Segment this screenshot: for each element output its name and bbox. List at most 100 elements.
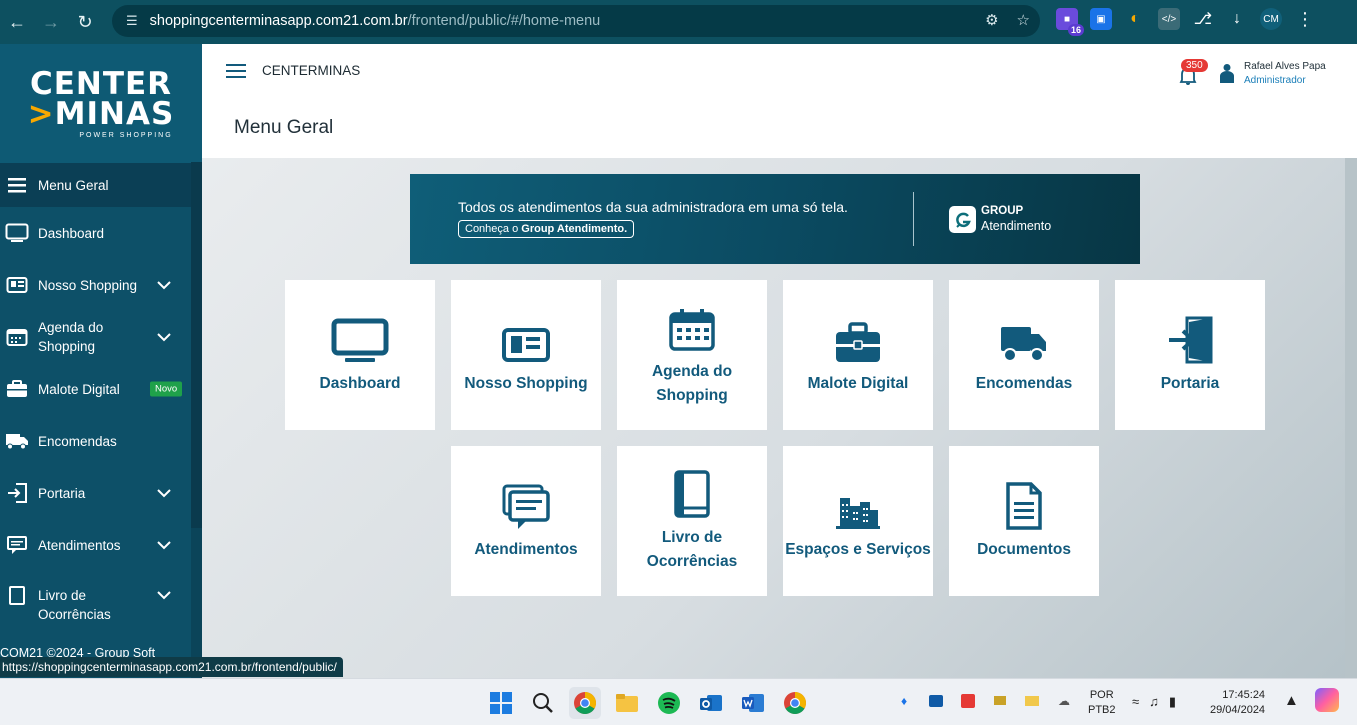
extension-icon[interactable]: </> <box>1158 8 1180 30</box>
tile-encomendas[interactable]: Encomendas <box>949 280 1099 430</box>
brand-name: CENTERMINAS <box>262 63 361 78</box>
tile-portaria[interactable]: Portaria <box>1115 280 1265 430</box>
sidebar-item-label: Atendimentos <box>38 537 121 553</box>
sidebar-item-label: Nosso Shopping <box>38 277 138 293</box>
language-indicator[interactable]: POR PTB2 <box>1088 688 1116 718</box>
tile-dashboard[interactable]: Dashboard <box>285 280 435 430</box>
anydesk-icon[interactable] <box>959 692 977 710</box>
tile-label: Livro de Ocorrências <box>646 529 738 570</box>
sidebar-item-atendimentos[interactable]: Atendimentos <box>0 519 202 571</box>
chevron-down-icon[interactable] <box>156 485 172 501</box>
system-clock[interactable]: 17:45:24 29/04/2024 <box>1210 688 1265 718</box>
calendar-icon <box>4 326 30 348</box>
bookmark-star-icon[interactable]: ☆ <box>1017 11 1030 29</box>
download-icon[interactable]: ↓ <box>1226 8 1248 30</box>
word-icon[interactable] <box>737 687 769 719</box>
user-role: Administrador <box>1244 75 1306 86</box>
extension-icon[interactable]: ◐ <box>1124 8 1146 30</box>
extension-icon[interactable]: ■ 16 <box>1056 8 1084 36</box>
sidebar-item-menu-geral[interactable]: Menu Geral <box>0 163 202 207</box>
profile-avatar[interactable]: CM <box>1260 8 1282 30</box>
wifi-icon[interactable]: ≈ <box>1132 694 1139 710</box>
book-icon <box>672 468 712 518</box>
network-drive-icon[interactable] <box>991 692 1009 710</box>
chevron-down-icon[interactable] <box>156 277 172 293</box>
banner-cta-prefix: Conheça o <box>465 223 522 235</box>
tile-label: Espaços e Serviços <box>785 541 931 558</box>
logo-subtitle: POWER SHOPPING <box>79 131 173 139</box>
banner-text: Todos os atendimentos da sua administrad… <box>458 199 848 215</box>
back-icon[interactable]: ← <box>0 5 34 39</box>
sidebar-item-portaria[interactable]: Portaria <box>0 467 202 519</box>
sidebar-item-nosso-shopping[interactable]: Nosso Shopping <box>0 259 202 311</box>
chat-icon <box>502 480 550 530</box>
copilot-icon[interactable] <box>1315 688 1339 712</box>
promo-banner[interactable]: Todos os atendimentos da sua administrad… <box>410 174 1140 264</box>
book-icon <box>4 584 30 606</box>
search-icon[interactable] <box>527 687 559 719</box>
reload-icon[interactable]: ↻ <box>68 5 102 39</box>
sidebar: CENTER >MINAS POWER SHOPPING Menu Geral … <box>0 44 202 678</box>
user-icon[interactable] <box>1220 63 1234 83</box>
tile-nosso-shopping[interactable]: Nosso Shopping <box>451 280 601 430</box>
outlook-tray-icon[interactable] <box>927 692 945 710</box>
spotify-icon[interactable] <box>653 687 685 719</box>
banner-cta-button[interactable]: Conheça o Group Atendimento. <box>458 220 635 238</box>
logo-line2: MINAS <box>54 95 175 132</box>
keyboard-layout: PTB2 <box>1088 704 1116 716</box>
group-atendimento-logo-icon <box>949 206 976 233</box>
forward-icon[interactable]: → <box>34 5 68 39</box>
tile-label: Dashboard <box>319 375 401 392</box>
chevron-down-icon[interactable] <box>156 329 172 345</box>
sidebar-item-dashboard[interactable]: Dashboard <box>0 207 202 259</box>
chevron-down-icon[interactable] <box>156 537 172 553</box>
sidebar-scrollbar-thumb[interactable] <box>191 162 202 528</box>
sidebar-item-livro[interactable]: Livro de Ocorrências <box>0 571 202 619</box>
newspaper-icon <box>501 314 551 364</box>
extension-icon[interactable]: ▣ <box>1090 8 1112 30</box>
tile-agenda[interactable]: Agenda do Shopping <box>617 280 767 430</box>
chrome-profile-icon[interactable] <box>779 687 811 719</box>
user-name[interactable]: Rafael Alves Papa <box>1244 61 1326 72</box>
key-icon[interactable]: ⚙ <box>985 11 998 29</box>
logo-line1: CENTER <box>29 65 173 102</box>
bluetooth-icon[interactable]: ♦ <box>895 692 913 710</box>
more-vert-icon[interactable]: ⋮ <box>1294 8 1316 30</box>
tile-malote-digital[interactable]: Malote Digital <box>783 280 933 430</box>
calendar-icon <box>668 302 716 352</box>
menu-icon <box>4 174 30 196</box>
sidebar-item-agenda[interactable]: Agenda do Shopping <box>0 311 202 363</box>
tile-documentos[interactable]: Documentos <box>949 446 1099 596</box>
chrome-icon[interactable] <box>569 687 601 719</box>
chevron-down-icon[interactable] <box>156 587 172 603</box>
door-enter-icon <box>1167 314 1213 364</box>
sidebar-item-encomendas[interactable]: Encomendas <box>0 415 202 467</box>
file-explorer-icon[interactable] <box>611 687 643 719</box>
tile-atendimentos[interactable]: Atendimentos <box>451 446 601 596</box>
weather-icon[interactable]: ☁ <box>1055 692 1073 710</box>
battery-icon[interactable]: ▮ <box>1169 694 1176 710</box>
sidebar-item-label: Portaria <box>38 485 86 501</box>
puzzle-icon[interactable]: ⎇ <box>1192 8 1214 30</box>
group-logo-line2: Atendimento <box>981 219 1052 233</box>
sidebar-item-label: Menu Geral <box>38 177 109 193</box>
windows-taskbar: ♦ ☁ POR PTB2 ≈ ♫ ▮ 17:45:24 29/04/2024 ▲ <box>0 678 1357 725</box>
sidebar-item-malote[interactable]: Malote Digital Novo <box>0 363 202 415</box>
hamburger-icon[interactable] <box>226 63 246 79</box>
address-bar[interactable]: ☰ shoppingcenterminasapp.com21.com.br/fr… <box>112 5 1040 37</box>
volume-icon[interactable]: ♫ <box>1149 694 1159 710</box>
mail-icon[interactable] <box>1023 692 1041 710</box>
banner-cta-bold: Group Atendimento. <box>521 223 628 235</box>
url-path: /frontend/public/#/home-menu <box>407 13 601 29</box>
site-settings-icon[interactable]: ☰ <box>126 13 138 29</box>
main-scrollbar[interactable] <box>1345 158 1357 678</box>
logo-chevron-icon: > <box>27 95 55 132</box>
notification-bell-icon[interactable]: ▲ <box>1284 692 1299 709</box>
new-badge: Novo <box>150 381 183 397</box>
windows-start-icon[interactable] <box>485 687 517 719</box>
tile-livro-ocorrencias[interactable]: Livro de Ocorrências <box>617 446 767 596</box>
outlook-icon[interactable] <box>695 687 727 719</box>
status-url-tooltip: https://shoppingcenterminasapp.com21.com… <box>0 657 343 677</box>
tile-espacos-servicos[interactable]: Espaços e Serviços <box>783 446 933 596</box>
sidebar-item-label: Dashboard <box>38 225 105 241</box>
